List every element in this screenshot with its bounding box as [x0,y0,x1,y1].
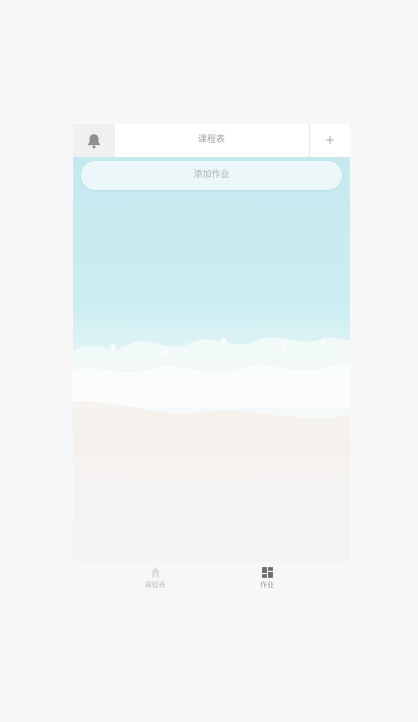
tab-homework[interactable]: 作业 [227,566,307,596]
tab-schedule-label: 课程表 [144,581,166,589]
home-icon [150,567,160,578]
top-bar: 课程表 + [73,124,350,158]
tab-homework-label: 作业 [260,581,274,589]
app-screen: 课程表 + 添加作业 课程表 作业 [0,0,418,722]
add-homework-button[interactable]: 添加作业 [81,161,342,190]
grid-icon [261,567,273,578]
wallpaper-area: 添加作业 [73,157,350,562]
app-container: 课程表 + 添加作业 课程表 作业 [73,124,350,598]
bell-button[interactable] [73,124,115,157]
tab-schedule[interactable]: 课程表 [115,566,195,596]
bell-icon [88,133,100,148]
page-title: 课程表 [197,135,225,145]
beach-wave-background [73,337,350,457]
bottom-tab-bar: 课程表 作业 [73,562,350,598]
add-button[interactable]: + [309,124,350,157]
